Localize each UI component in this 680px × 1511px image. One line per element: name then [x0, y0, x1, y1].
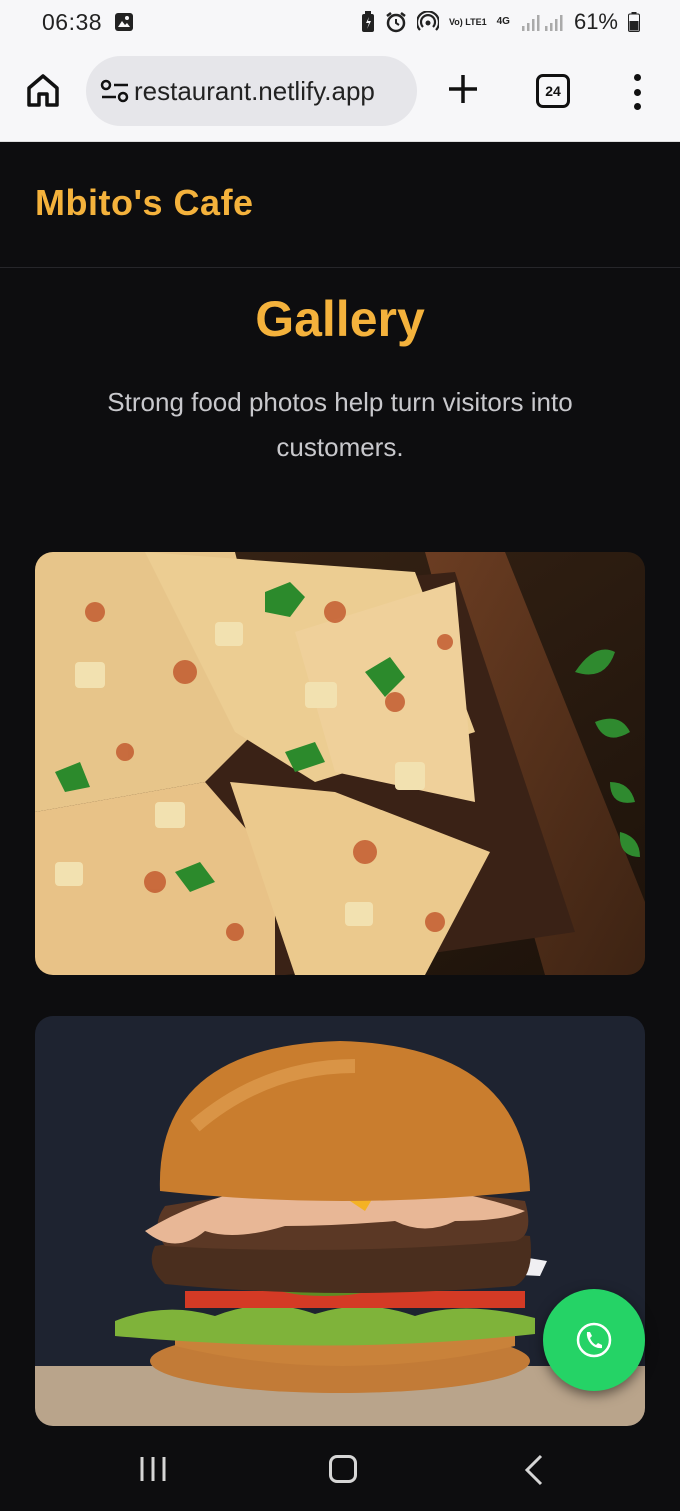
site-settings-icon[interactable]	[100, 78, 130, 104]
more-vert-icon[interactable]	[628, 74, 646, 110]
signal-icon	[520, 13, 564, 31]
lte-label: Vo) LTE1	[448, 17, 487, 27]
status-time: 06:38	[42, 8, 103, 35]
hotspot-icon	[416, 11, 439, 33]
battery-icon	[628, 12, 640, 32]
network-type: 4G	[496, 16, 510, 27]
gallery-photo-pizza[interactable]	[35, 552, 645, 975]
whatsapp-call-button[interactable]	[543, 1289, 645, 1391]
brand-logo-text[interactable]: Mbito's Cafe	[35, 182, 254, 224]
battery-saver-icon	[361, 11, 375, 33]
status-bar: 06:38 Vo) LTE1 4G 61%	[0, 0, 680, 44]
back-icon[interactable]	[524, 1454, 544, 1486]
gallery-icon	[114, 12, 134, 32]
home-icon[interactable]	[24, 72, 62, 110]
plus-icon[interactable]	[446, 72, 480, 106]
home-nav-icon[interactable]	[329, 1455, 357, 1483]
gallery-subtitle: Strong food photos help turn visitors in…	[107, 387, 573, 462]
url-text[interactable]: restaurant.netlify.app	[134, 76, 404, 107]
browser-toolbar: restaurant.netlify.app 24	[0, 44, 680, 142]
alarm-icon	[385, 11, 407, 33]
tabs-icon[interactable]: 24	[536, 74, 570, 108]
gallery-title: Gallery	[255, 291, 425, 347]
system-nav-bar	[0, 1426, 680, 1511]
recent-apps-icon[interactable]	[138, 1456, 168, 1482]
phone-icon	[574, 1320, 614, 1360]
battery-percent: 61%	[573, 9, 618, 34]
site-header: Mbito's Cafe	[0, 142, 680, 268]
url-bar[interactable]: restaurant.netlify.app	[86, 56, 417, 126]
